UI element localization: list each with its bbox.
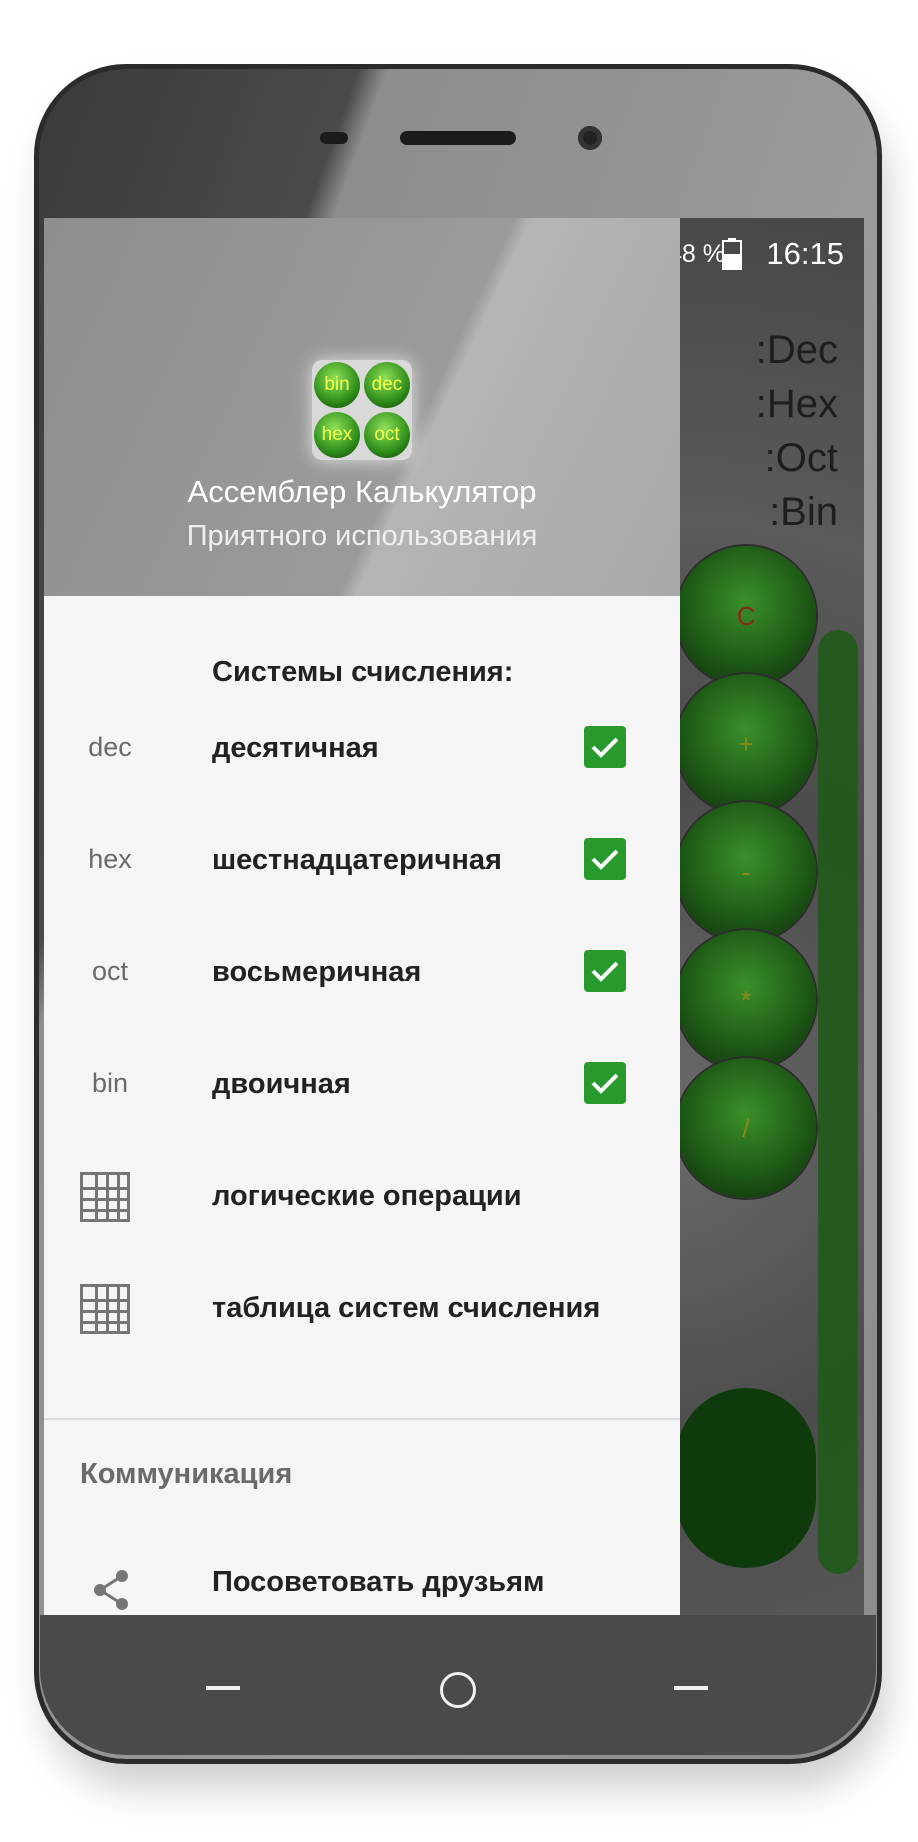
- clear-key[interactable]: C: [676, 546, 816, 686]
- app-logo: bin dec hex oct: [312, 360, 412, 460]
- multiply-key[interactable]: *: [676, 930, 816, 1070]
- earpiece-speaker: [400, 131, 516, 145]
- app-title: Ассемблер Калькулятор: [187, 474, 537, 509]
- divider: [44, 1418, 680, 1420]
- table-icon: [80, 1172, 130, 1222]
- check-icon: [591, 1073, 619, 1094]
- equals-key[interactable]: [676, 1388, 816, 1568]
- home-button[interactable]: [440, 1672, 476, 1708]
- bin-label: двоичная: [212, 1068, 351, 1100]
- dec-abbr: dec: [88, 732, 132, 762]
- proximity-sensor: [320, 132, 348, 144]
- label-hex: :Hex: [755, 382, 838, 426]
- plus-key[interactable]: +: [676, 674, 816, 814]
- number-systems-table-label: таблица систем счисления: [212, 1292, 601, 1324]
- bin-checkbox[interactable]: [584, 1062, 626, 1104]
- hex-abbr: hex: [88, 844, 132, 874]
- menu-item-logic-operations[interactable]: логические операции: [44, 1150, 680, 1260]
- menu-item-number-systems-table[interactable]: таблица систем счисления: [44, 1262, 680, 1372]
- bin-abbr: bin: [91, 1068, 129, 1098]
- label-dec: :Dec: [755, 328, 838, 372]
- menu-item-hex[interactable]: hex шестнадцатеричная: [44, 814, 680, 924]
- check-icon: [591, 737, 619, 758]
- dec-checkbox[interactable]: [584, 726, 626, 768]
- check-icon: [591, 849, 619, 870]
- result-bar: [818, 630, 858, 1574]
- menu-item-dec[interactable]: dec десятичная: [44, 702, 680, 812]
- logo-oct: oct: [364, 412, 410, 458]
- label-oct: :Oct: [764, 436, 838, 480]
- recent-apps-button[interactable]: [674, 1686, 708, 1690]
- front-camera: [578, 126, 602, 150]
- clock: 16:15: [766, 236, 844, 271]
- logo-dec: dec: [364, 362, 410, 408]
- screen: :Dec :Hex :Oct :Bin C + - * / 48 % 16:15…: [44, 218, 864, 1616]
- app-subtitle: Приятного использования: [186, 520, 538, 552]
- logo-hex: hex: [314, 412, 360, 458]
- minus-key[interactable]: -: [676, 802, 816, 942]
- section-title-communication: Коммуникация: [80, 1458, 293, 1490]
- hex-label: шестнадцатеричная: [212, 844, 502, 876]
- menu-item-bin[interactable]: bin двоичная: [44, 1038, 680, 1148]
- share-with-friends[interactable]: Посоветовать друзьям: [212, 1566, 545, 1599]
- share-icon: [92, 1570, 132, 1614]
- divide-key[interactable]: /: [676, 1058, 816, 1198]
- logo-bin: bin: [314, 362, 360, 408]
- logic-operations-label: логические операции: [212, 1180, 522, 1212]
- label-bin: :Bin: [769, 490, 838, 534]
- battery-icon: [722, 238, 742, 270]
- back-button[interactable]: [206, 1686, 240, 1690]
- check-icon: [591, 961, 619, 982]
- navigation-drawer: bin dec hex oct Ассемблер Калькулятор Пр…: [44, 218, 680, 1616]
- table-icon: [80, 1284, 130, 1334]
- section-title-number-systems: Системы счисления:: [212, 656, 514, 688]
- oct-checkbox[interactable]: [584, 950, 626, 992]
- oct-abbr: oct: [91, 956, 129, 986]
- hex-checkbox[interactable]: [584, 838, 626, 880]
- menu-item-oct[interactable]: oct восьмеричная: [44, 926, 680, 1036]
- dec-label: десятичная: [212, 732, 379, 764]
- oct-label: восьмеричная: [212, 956, 422, 988]
